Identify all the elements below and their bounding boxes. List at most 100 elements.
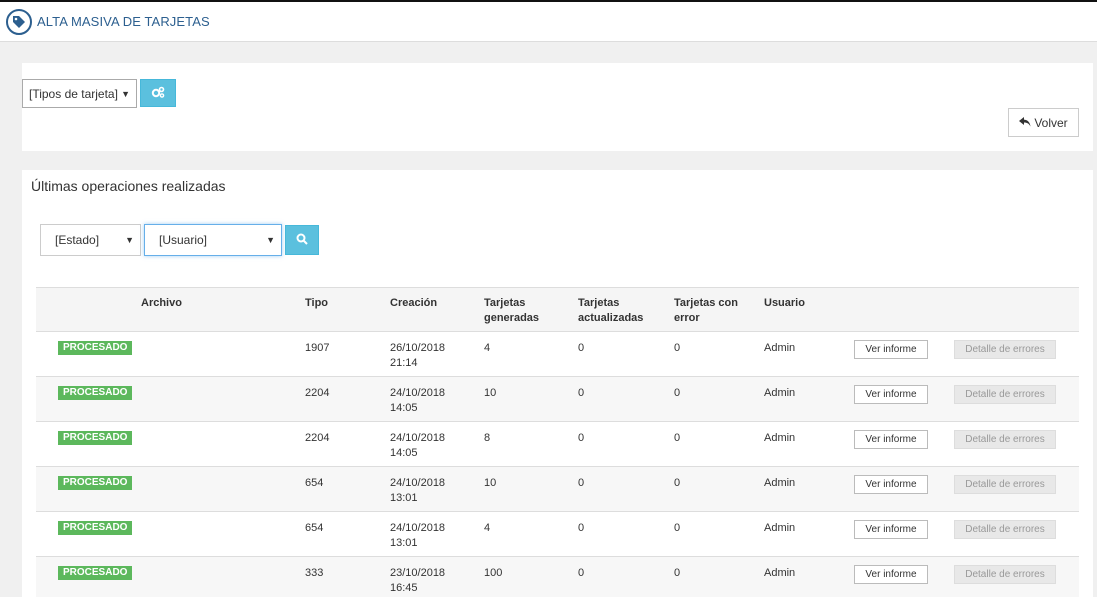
tag-icon [6,8,32,35]
status-badge: PROCESADO [58,431,133,445]
cell-generadas: 10 [484,387,497,399]
cell-tipo: 333 [305,567,324,579]
cell-usuario: Admin [764,522,796,534]
col-error: Tarjetas con error [674,296,738,326]
cell-actualizadas: 0 [578,342,585,354]
error-details-button[interactable]: Detalle de errores [954,340,1056,359]
cell-error: 0 [674,432,681,444]
cell-creacion: 24/10/2018 14:05 [390,431,445,461]
cell-generadas: 4 [484,522,491,534]
table-row: PROCESADO 654 24/10/2018 13:01 4 0 0 Admi… [36,512,1079,557]
table-header: Archivo Tipo Creación Tarjetas generadas … [36,287,1079,332]
status-badge: PROCESADO [58,476,133,490]
user-filter-value: [Usuario] [159,233,208,247]
card-type-select[interactable]: [Tipos de tarjeta] ▼ [22,79,137,108]
col-tipo: Tipo [305,297,329,309]
back-button-label: Volver [1034,115,1068,130]
cell-tipo: 654 [305,477,324,489]
table-row: PROCESADO 333 23/10/2018 16:45 100 0 0 Ad… [36,557,1079,597]
cell-usuario: Admin [764,387,796,399]
cell-fecha: 24/10/2018 [390,432,446,444]
search-icon [296,233,308,248]
col-generadas-line1: Tarjetas [484,297,526,309]
cell-hora: 14:05 [390,447,418,459]
cell-error: 0 [674,342,681,354]
error-details-button[interactable]: Detalle de errores [954,520,1056,539]
error-details-button[interactable]: Detalle de errores [954,565,1056,584]
status-filter[interactable]: [Estado] ▼ [40,224,141,256]
status-badge: PROCESADO [58,566,133,580]
col-error-line2: error [674,312,700,324]
cell-error: 0 [674,477,681,489]
cell-tipo: 2204 [305,387,330,399]
col-actualizadas-line2: actualizadas [578,312,644,324]
operations-panel: Últimas operaciones realizadas [Estado] … [22,170,1093,597]
view-report-button[interactable]: Ver informe [854,430,928,449]
cell-error: 0 [674,387,681,399]
cell-actualizadas: 0 [578,387,585,399]
toolbar-panel: [Tipos de tarjeta] ▼ Volver [22,63,1093,151]
cell-usuario: Admin [764,567,796,579]
col-generadas-line2: generadas [484,312,540,324]
cell-hora: 14:05 [390,402,418,414]
cell-hora: 13:01 [390,492,418,504]
cell-generadas: 4 [484,342,491,354]
col-actualizadas: Tarjetas actualizadas [578,296,643,326]
table-row: PROCESADO 2204 24/10/2018 14:05 8 0 0 Adm… [36,422,1079,467]
cell-fecha: 26/10/2018 [390,342,446,354]
cell-generadas: 8 [484,432,491,444]
cell-usuario: Admin [764,432,796,444]
cell-hora: 16:45 [390,582,418,594]
col-generadas: Tarjetas generadas [484,296,539,326]
cell-usuario: Admin [764,477,796,489]
col-usuario: Usuario [764,297,805,309]
cell-fecha: 24/10/2018 [390,477,446,489]
view-report-button[interactable]: Ver informe [854,520,928,539]
cell-hora: 21:14 [390,357,418,369]
cell-error: 0 [674,567,681,579]
user-filter[interactable]: [Usuario] ▼ [144,224,282,256]
card-type-select-value: [Tipos de tarjeta] [29,86,118,101]
cell-generadas: 10 [484,477,497,489]
cell-fecha: 24/10/2018 [390,522,446,534]
cell-creacion: 24/10/2018 14:05 [390,386,445,416]
col-creacion: Creación [390,297,438,309]
section-title: Últimas operaciones realizadas [31,178,226,194]
cell-error: 0 [674,522,681,534]
view-report-button[interactable]: Ver informe [854,385,928,404]
operations-table: Archivo Tipo Creación Tarjetas generadas … [36,287,1079,597]
error-details-button[interactable]: Detalle de errores [954,385,1056,404]
cell-creacion: 24/10/2018 13:01 [390,521,445,551]
col-actualizadas-line1: Tarjetas [578,297,620,309]
view-report-button[interactable]: Ver informe [854,340,928,359]
chevron-down-icon: ▼ [266,235,275,245]
view-report-button[interactable]: Ver informe [854,475,928,494]
cell-actualizadas: 0 [578,432,585,444]
cell-actualizadas: 0 [578,477,585,489]
cell-creacion: 26/10/2018 21:14 [390,341,445,371]
error-details-button[interactable]: Detalle de errores [954,475,1056,494]
chevron-down-icon: ▼ [121,88,130,99]
table-row: PROCESADO 2204 24/10/2018 14:05 10 0 0 Ad… [36,377,1079,422]
status-badge: PROCESADO [58,521,133,535]
status-badge: PROCESADO [58,341,133,355]
col-error-line1: Tarjetas con [674,297,738,309]
cell-hora: 13:01 [390,537,418,549]
view-report-button[interactable]: Ver informe [854,565,928,584]
reply-icon [1019,116,1031,130]
search-button[interactable] [285,225,319,255]
cell-creacion: 23/10/2018 16:45 [390,566,445,596]
error-details-button[interactable]: Detalle de errores [954,430,1056,449]
cell-generadas: 100 [484,567,503,579]
config-button[interactable] [140,79,176,107]
table-row: PROCESADO 654 24/10/2018 13:01 10 0 0 Adm… [36,467,1079,512]
cell-usuario: Admin [764,342,796,354]
page-header: ALTA MASIVA DE TARJETAS [0,2,1097,42]
cell-actualizadas: 0 [578,567,585,579]
back-button[interactable]: Volver [1008,108,1079,137]
cell-actualizadas: 0 [578,522,585,534]
page-title: ALTA MASIVA DE TARJETAS [37,14,210,29]
cell-fecha: 23/10/2018 [390,567,446,579]
cogs-icon [151,86,165,101]
table-row: PROCESADO 1907 26/10/2018 21:14 4 0 0 Adm… [36,332,1079,377]
